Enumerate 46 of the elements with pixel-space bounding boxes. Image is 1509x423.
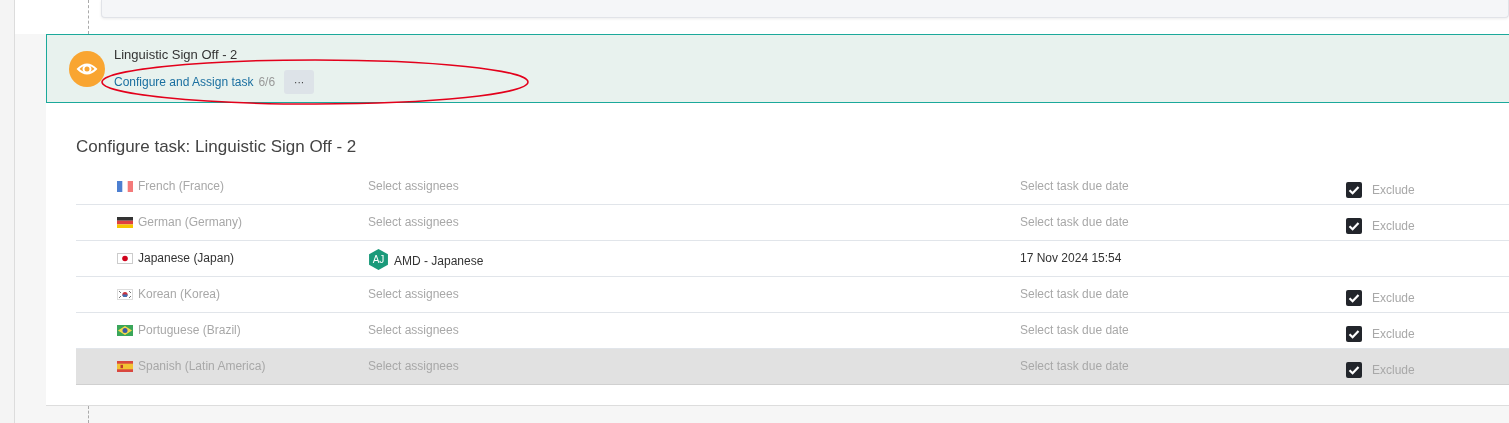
checkbox[interactable] [1346, 182, 1362, 198]
due-date-field[interactable]: 17 Nov 2024 15:54 [1020, 251, 1122, 265]
language-name: German (Germany) [138, 215, 243, 229]
language-name: Japanese (Japan) [138, 251, 235, 265]
exclude-label: Exclude [1372, 183, 1415, 197]
table-row[interactable]: Japanese (Japan) AJ AMD - Japanese 17 Nov 2024 15:54 [76, 241, 1509, 277]
checkbox[interactable] [1346, 326, 1362, 342]
assignee-field[interactable]: Select assignees [368, 179, 459, 193]
assignee-field[interactable]: Select assignees [368, 215, 459, 229]
table-row[interactable]: Korean (Korea) Select assignees Select task due date Exclude [76, 277, 1509, 313]
panel-heading: Configure task: Linguistic Sign Off - 2 [76, 137, 358, 157]
flag-icon [117, 252, 133, 264]
avatar-badge: AJ [368, 249, 389, 270]
task-count: 6/6 [258, 75, 276, 89]
assignee-field[interactable]: Select assignees [368, 359, 459, 373]
due-date-field[interactable]: Select task due date [1020, 215, 1129, 229]
assignee-field[interactable]: AMD - Japanese [394, 253, 484, 268]
flag-icon [117, 216, 133, 228]
exclude-label: Exclude [1372, 327, 1415, 341]
table-row[interactable]: German (Germany) Select assignees Select task due date Exclude [76, 205, 1509, 241]
due-date-field[interactable]: Select task due date [1020, 359, 1129, 373]
table-row[interactable]: French (France) Select assignees Select task due date Exclude [76, 169, 1509, 205]
flag-icon [117, 324, 133, 336]
language-name: French (France) [138, 179, 225, 193]
step-title: Linguistic Sign Off - 2 [114, 47, 239, 62]
due-date-field[interactable]: Select task due date [1020, 287, 1129, 301]
checkbox[interactable] [1346, 290, 1362, 306]
checkbox[interactable] [1346, 362, 1362, 378]
flag-icon [117, 360, 133, 372]
exclude-label: Exclude [1372, 219, 1415, 233]
checkbox[interactable] [1346, 218, 1362, 234]
due-date-field[interactable]: Select task due date [1020, 179, 1129, 193]
flag-icon [117, 288, 133, 300]
table-row[interactable]: Spanish (Latin America) Select assignees Select task due date Exclude [76, 349, 1509, 385]
language-name: Portuguese (Brazil) [138, 323, 241, 337]
flag-icon [117, 180, 133, 192]
due-date-field[interactable]: Select task due date [1020, 323, 1129, 337]
assignee-field[interactable]: Select assignees [368, 287, 459, 301]
language-name: Spanish (Latin America) [138, 359, 266, 373]
configure-link[interactable]: Configure and Assign task [114, 75, 254, 89]
language-name: Korean (Korea) [138, 287, 221, 301]
assignee-field[interactable]: Select assignees [368, 323, 459, 337]
more-button[interactable]: ··· [284, 70, 315, 94]
eye-icon [69, 50, 105, 87]
exclude-label: Exclude [1372, 363, 1415, 377]
exclude-label: Exclude [1372, 291, 1415, 305]
